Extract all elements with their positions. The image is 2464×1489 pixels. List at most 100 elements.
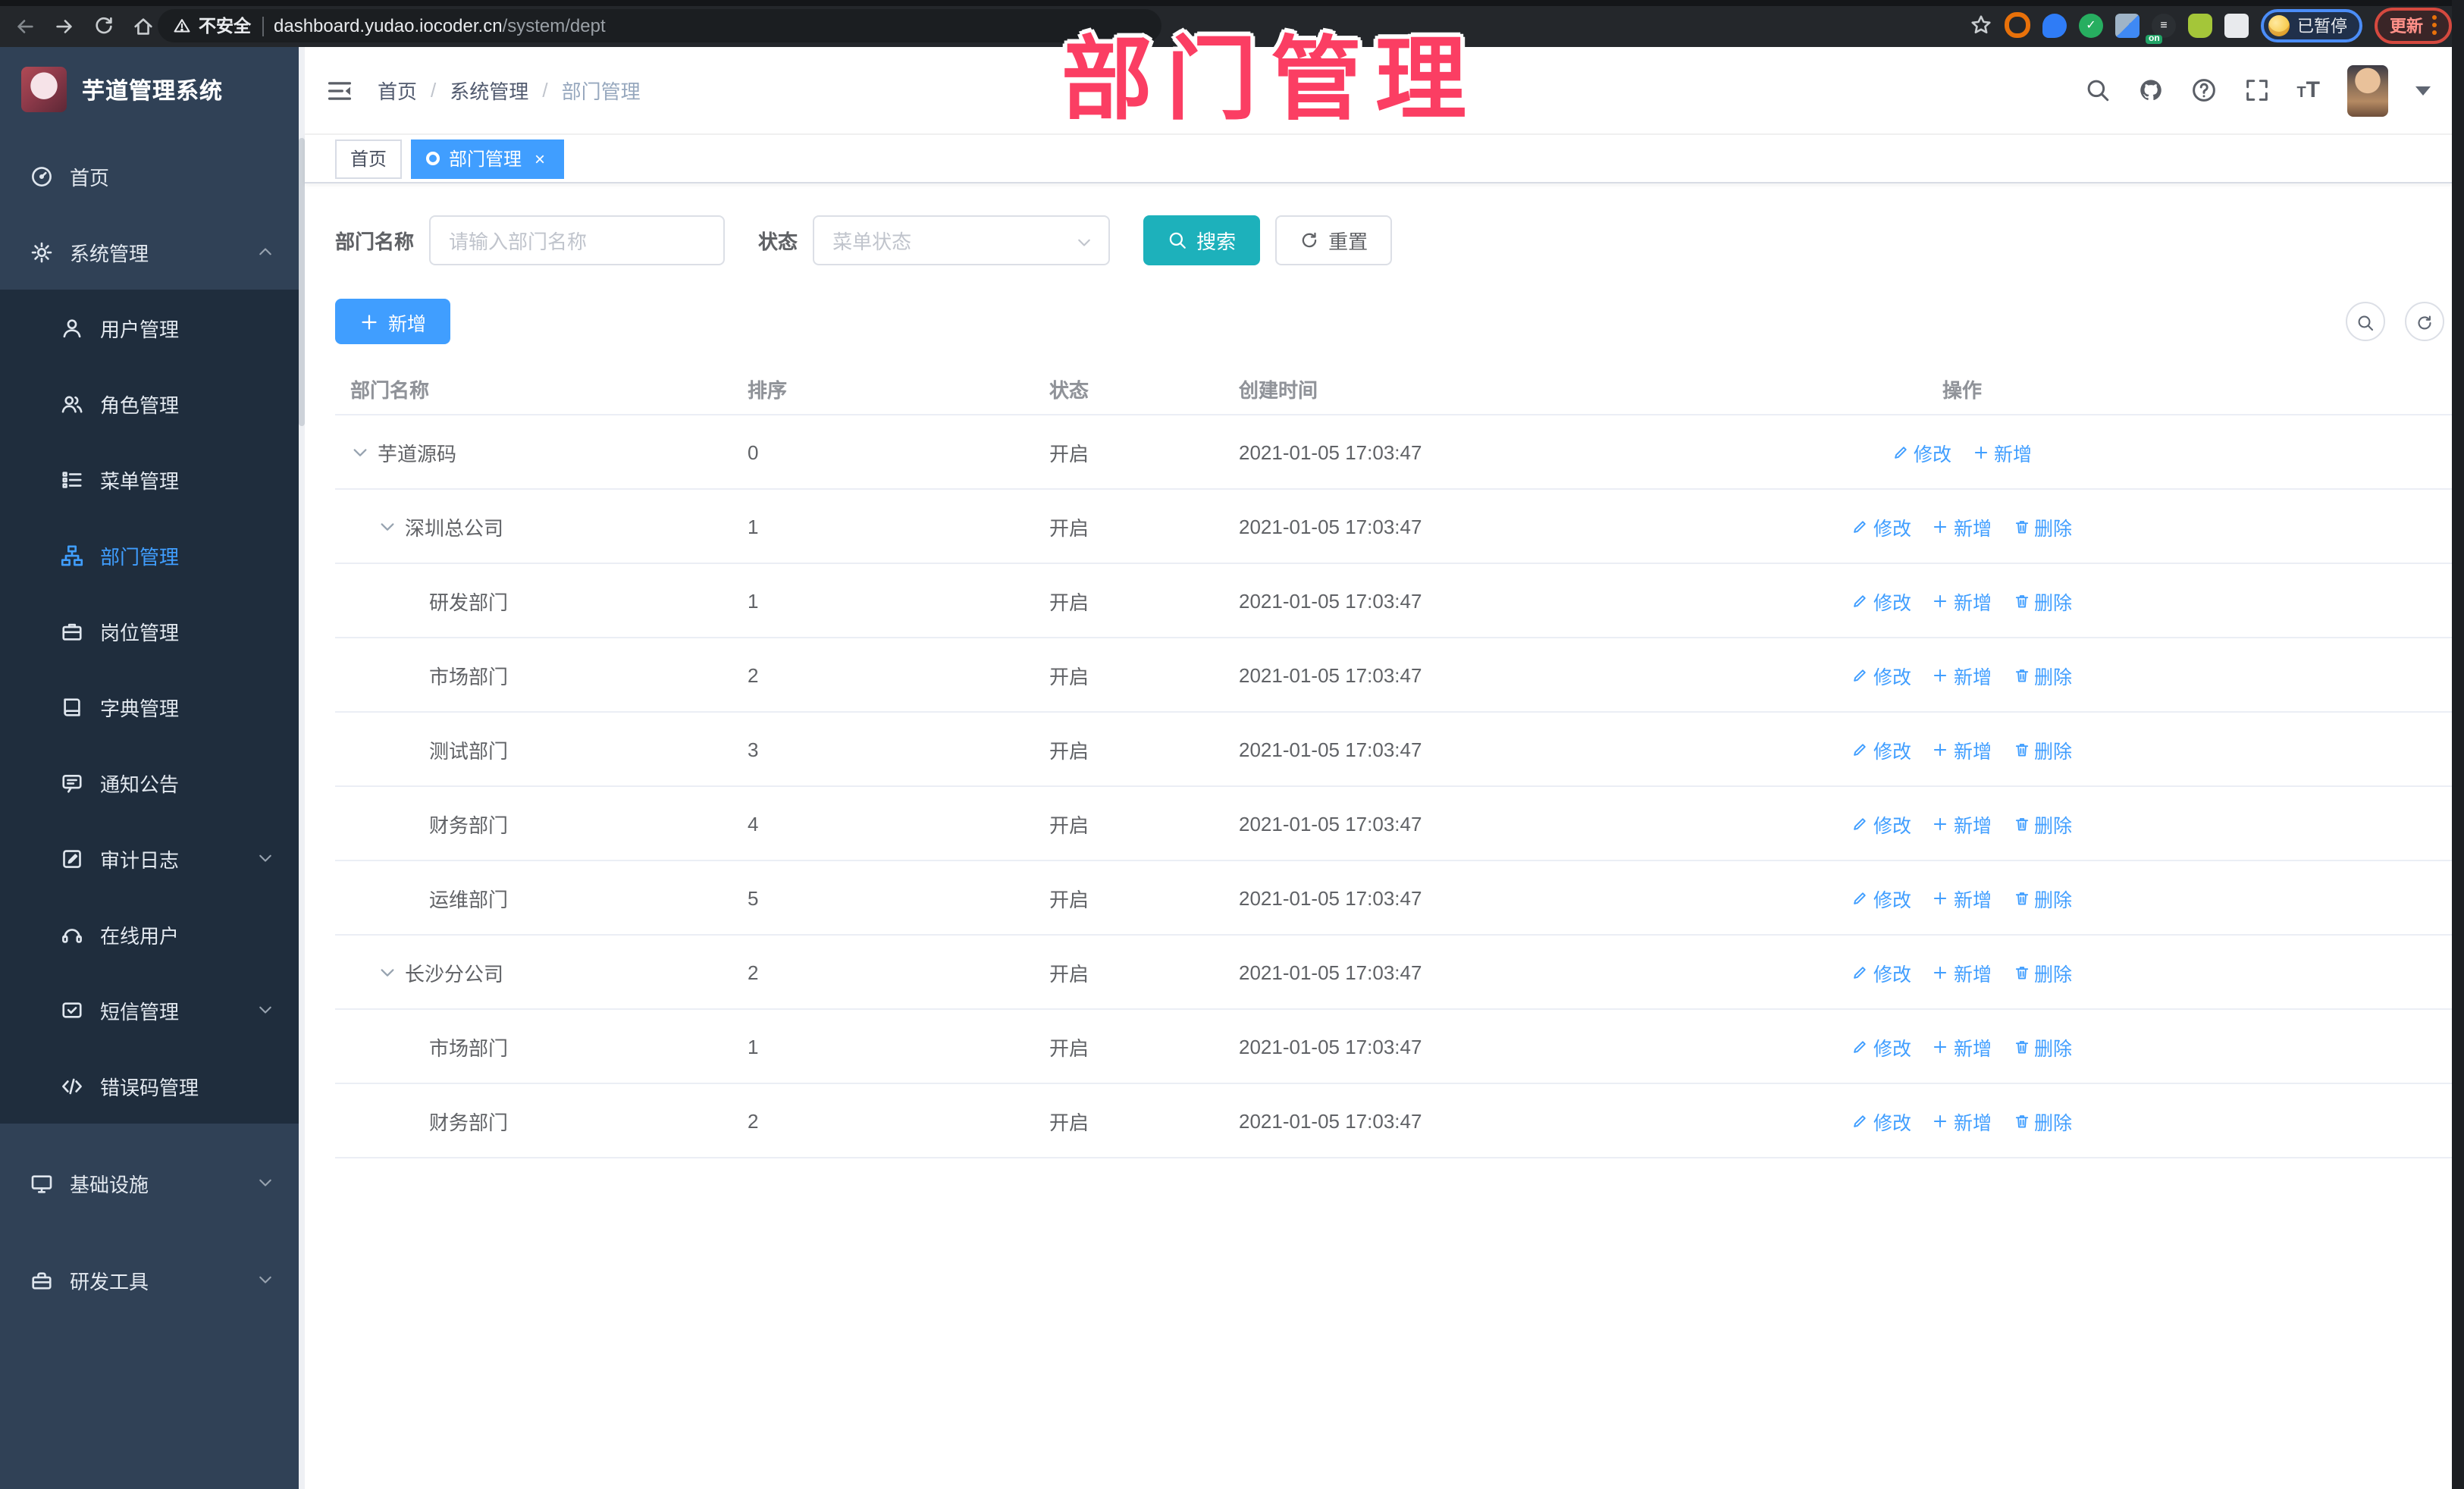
extension-green-bot[interactable] xyxy=(2188,13,2212,37)
browser-back-icon[interactable] xyxy=(12,14,38,39)
cell-status: 开启 xyxy=(1049,665,1089,688)
cell-status: 开启 xyxy=(1049,962,1089,985)
breadcrumb-item[interactable]: 首页 xyxy=(378,76,417,105)
sidebar-item-code[interactable]: 错误码管理 xyxy=(0,1048,299,1124)
avatar-caret-icon[interactable] xyxy=(2415,86,2431,95)
show-search-button[interactable] xyxy=(2346,302,2385,341)
action-trash[interactable]: 删除 xyxy=(2013,660,2072,689)
extension-orange-ring[interactable] xyxy=(2005,12,2030,38)
sidebar-item-sms[interactable]: 短信管理 xyxy=(0,972,299,1048)
action-plus[interactable]: 新增 xyxy=(1933,512,1992,541)
tab-首页[interactable]: 首页 xyxy=(335,139,403,178)
action-plus[interactable]: 新增 xyxy=(1933,809,1992,838)
browser-update-button[interactable]: 更新 xyxy=(2375,7,2452,43)
sidebar-item-online[interactable]: 在线用户 xyxy=(0,896,299,972)
extension-list-on[interactable]: ≡ on xyxy=(2146,13,2176,43)
action-pencil[interactable]: 修改 xyxy=(1852,1106,1911,1135)
action-pencil[interactable]: 修改 xyxy=(1852,883,1911,912)
sidebar-item-label: 错误码管理 xyxy=(100,1076,199,1099)
cell-sort: 4 xyxy=(748,812,759,835)
sidebar-scrollbar[interactable] xyxy=(299,47,305,1489)
action-pencil[interactable]: 修改 xyxy=(1852,512,1911,541)
extension-blue-pin[interactable] xyxy=(2042,13,2067,37)
action-trash[interactable]: 删除 xyxy=(2013,512,2072,541)
chevron-down-icon xyxy=(256,1174,274,1192)
search-icon[interactable] xyxy=(2084,77,2110,103)
expand-chevron-icon[interactable] xyxy=(378,516,397,536)
fullscreen-icon[interactable] xyxy=(2243,77,2269,103)
extension-green-check[interactable]: ✓ xyxy=(2079,13,2103,37)
action-trash[interactable]: 删除 xyxy=(2013,883,2072,912)
security-warning[interactable]: 不安全 xyxy=(173,14,251,38)
action-pencil[interactable]: 修改 xyxy=(1852,586,1911,615)
browser-home-icon[interactable] xyxy=(130,14,156,39)
action-pencil[interactable]: 修改 xyxy=(1852,958,1911,986)
sidebar-item-gear[interactable]: 系统管理 xyxy=(0,214,299,290)
browser-reload-icon[interactable] xyxy=(91,14,117,39)
action-pencil[interactable]: 修改 xyxy=(1852,735,1911,763)
reset-button[interactable]: 重置 xyxy=(1275,215,1393,265)
search-button[interactable]: 搜索 xyxy=(1143,215,1261,265)
action-trash[interactable]: 删除 xyxy=(2013,1032,2072,1061)
tab-部门管理[interactable]: 部门管理 × xyxy=(411,139,565,178)
sidebar-item-dashboard[interactable]: 首页 xyxy=(0,138,299,214)
action-trash[interactable]: 删除 xyxy=(2013,809,2072,838)
sidebar-item-users[interactable]: 角色管理 xyxy=(0,365,299,441)
column-header-3: 状态 xyxy=(1049,378,1089,401)
sidebar-item-label: 首页 xyxy=(70,166,110,189)
action-trash[interactable]: 删除 xyxy=(2013,586,2072,615)
expand-chevron-icon[interactable] xyxy=(378,962,397,982)
action-trash[interactable]: 删除 xyxy=(2013,735,2072,763)
extension-puzzle[interactable] xyxy=(2224,13,2249,37)
sidebar-item-label: 角色管理 xyxy=(100,393,180,416)
action-trash[interactable]: 删除 xyxy=(2013,958,2072,986)
table-row: 财务部门 4 开启 2021-01-05 17:03:47 修改 新增 删除 xyxy=(335,787,2452,861)
action-plus[interactable]: 新增 xyxy=(1933,1032,1992,1061)
action-plus[interactable]: 新增 xyxy=(1933,958,1992,986)
action-trash[interactable]: 删除 xyxy=(2013,1106,2072,1135)
sidebar-item-label: 菜单管理 xyxy=(100,469,180,492)
sidebar-item-briefcase[interactable]: 岗位管理 xyxy=(0,593,299,669)
sidebar-item-tree[interactable]: 菜单管理 xyxy=(0,441,299,517)
bookmark-star-icon[interactable] xyxy=(1970,14,1992,36)
sidebar-item-user[interactable]: 用户管理 xyxy=(0,290,299,365)
sidebar-item-toolbox[interactable]: 研发工具 xyxy=(0,1242,299,1318)
breadcrumb-item[interactable]: 系统管理 xyxy=(450,76,528,105)
sidebar-item-audit[interactable]: 审计日志 xyxy=(0,820,299,896)
dept-name-input[interactable]: 请输入部门名称 xyxy=(429,215,726,265)
refresh-table-button[interactable] xyxy=(2405,302,2444,341)
browser-scrollbar[interactable] xyxy=(2452,0,2464,1489)
close-icon[interactable]: × xyxy=(531,149,549,168)
browser-menu-icon[interactable] xyxy=(2432,15,2437,35)
action-plus[interactable]: 新增 xyxy=(1933,735,1992,763)
action-plus[interactable]: 新增 xyxy=(1933,883,1992,912)
action-pencil[interactable]: 修改 xyxy=(1852,809,1911,838)
extension-grid[interactable] xyxy=(2115,13,2140,37)
cell-sort: 1 xyxy=(748,1035,759,1058)
user-avatar[interactable] xyxy=(2347,64,2388,116)
add-button[interactable]: 新增 xyxy=(335,299,451,344)
sidebar-collapse-icon[interactable] xyxy=(326,77,353,104)
action-pencil[interactable]: 修改 xyxy=(1852,660,1911,689)
status-select[interactable]: 菜单状态 xyxy=(813,215,1111,265)
font-size-icon[interactable]: TT xyxy=(2296,79,2320,102)
update-label: 更新 xyxy=(2390,17,2423,36)
sidebar-item-monitor[interactable]: 基础设施 xyxy=(0,1145,299,1221)
action-plus[interactable]: 新增 xyxy=(1933,586,1992,615)
action-pencil[interactable]: 修改 xyxy=(1892,437,1951,466)
action-plus[interactable]: 新增 xyxy=(1933,1106,1992,1135)
profile-paused-badge[interactable]: 已暂停 xyxy=(2261,8,2362,42)
sidebar-item-book[interactable]: 字典管理 xyxy=(0,669,299,744)
address-bar[interactable]: 不安全 dashboard.yudao.iocoder.cn/system/de… xyxy=(158,9,1161,42)
github-icon[interactable] xyxy=(2137,77,2163,103)
action-plus[interactable]: 新增 xyxy=(1973,437,2032,466)
action-plus[interactable]: 新增 xyxy=(1933,660,1992,689)
sidebar-item-org[interactable]: 部门管理 xyxy=(0,517,299,593)
action-pencil[interactable]: 修改 xyxy=(1852,1032,1911,1061)
expand-chevron-icon[interactable] xyxy=(350,442,370,462)
browser-forward-icon[interactable] xyxy=(52,14,77,39)
cell-actions: 修改 新增 删除 xyxy=(1679,586,2246,615)
sidebar-item-notice[interactable]: 通知公告 xyxy=(0,744,299,820)
help-icon[interactable] xyxy=(2190,77,2216,103)
sidebar-item-label: 研发工具 xyxy=(70,1270,149,1293)
